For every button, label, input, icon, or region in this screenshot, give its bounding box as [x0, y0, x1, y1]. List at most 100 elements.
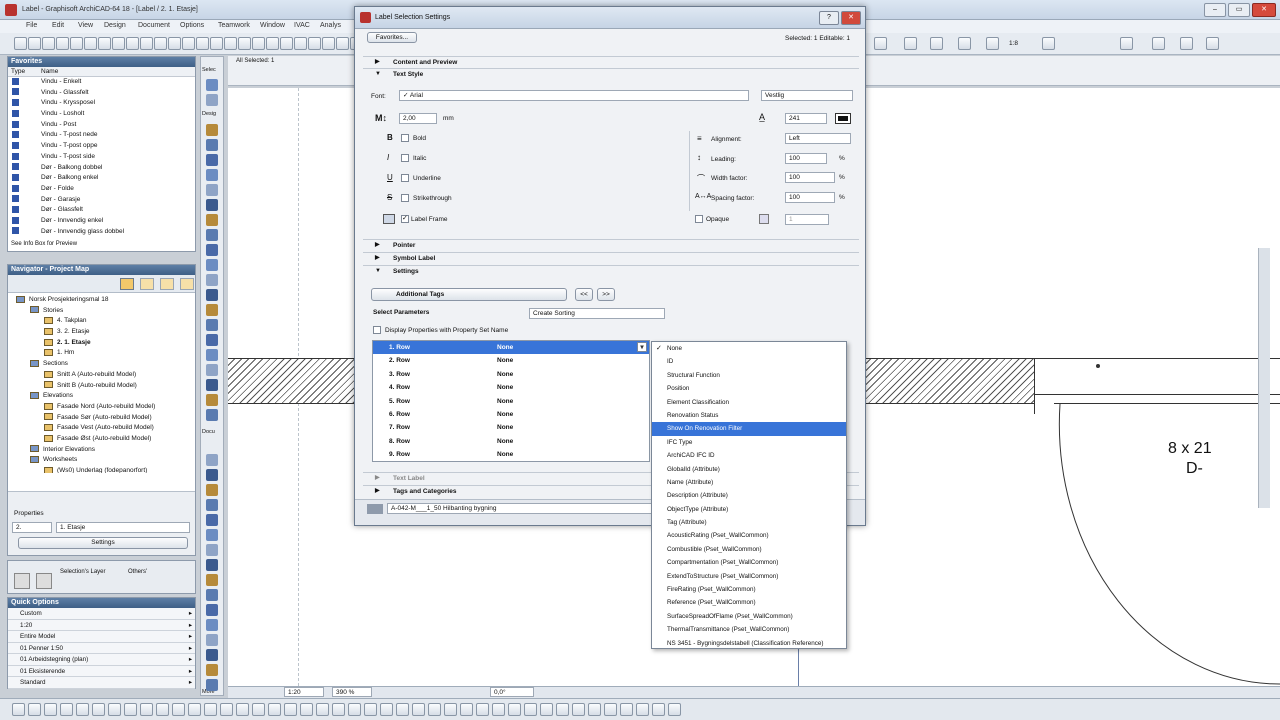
toolbox-tool-icon[interactable]: [206, 544, 218, 556]
parameter-row[interactable]: 7. Row None: [373, 421, 649, 434]
bottom-tool-icon[interactable]: [332, 703, 345, 716]
menu-item-7[interactable]: Window: [260, 22, 285, 29]
toolbar-tool-icon[interactable]: [252, 37, 265, 50]
bottom-tool-icon[interactable]: [348, 703, 361, 716]
vertical-scrollbar[interactable]: [1258, 248, 1270, 508]
layer-lock-icon[interactable]: [14, 573, 30, 589]
menu-item-6[interactable]: Teamwork: [218, 22, 250, 29]
navigator-tree-item[interactable]: Norsk Prosjekteringsmal 18: [8, 295, 195, 306]
dropdown-option[interactable]: IFC Type: [652, 436, 846, 449]
dropdown-option[interactable]: Reference (Pset_WallCommon): [652, 596, 846, 609]
bottom-tool-icon[interactable]: [140, 703, 153, 716]
menu-item-5[interactable]: Options: [180, 22, 204, 29]
bottom-tool-icon[interactable]: [172, 703, 185, 716]
navigator-tree-item[interactable]: Sections: [8, 359, 195, 370]
property-name-field[interactable]: 1. Etasje: [56, 522, 190, 533]
navigator-tree-item[interactable]: 2. 1. Etasje: [8, 338, 195, 349]
dropdown-option[interactable]: Renovation Status: [652, 409, 846, 422]
bottom-tool-icon[interactable]: [668, 703, 681, 716]
dropdown-option[interactable]: ThermalTransmittance (Pset_WallCommon): [652, 623, 846, 636]
favorite-item[interactable]: Vindu - T-post oppe: [12, 141, 195, 152]
toolbox-tool-icon[interactable]: [206, 199, 218, 211]
navigator-tree-item[interactable]: Elevations: [8, 391, 195, 402]
favorite-item[interactable]: Dør - Glassfelt: [12, 205, 195, 216]
bottom-tool-icon[interactable]: [300, 703, 313, 716]
toolbar-tool-icon[interactable]: [154, 37, 167, 50]
text-size-field[interactable]: 2,00: [399, 113, 437, 124]
dropdown-option[interactable]: Structural Function: [652, 369, 846, 382]
toolbar-tool-icon[interactable]: [1206, 37, 1219, 50]
parameter-row[interactable]: 5. Row None: [373, 395, 649, 408]
toolbar-tool-icon[interactable]: [140, 37, 153, 50]
dropdown-option[interactable]: SurfaceSpreadOfFlame (Pset_WallCommon): [652, 610, 846, 623]
toolbar-tool-icon[interactable]: [1180, 37, 1193, 50]
dropdown-option[interactable]: Position: [652, 382, 846, 395]
toolbox-tool-icon[interactable]: [206, 244, 218, 256]
bottom-tool-icon[interactable]: [76, 703, 89, 716]
bottom-tool-icon[interactable]: [28, 703, 41, 716]
toolbar-tool-icon[interactable]: [238, 37, 251, 50]
opaque-pen-field[interactable]: 1: [785, 214, 829, 225]
navigator-tree-item[interactable]: Fasade Øst (Auto-rebuild Model): [8, 434, 195, 445]
bottom-tool-icon[interactable]: [636, 703, 649, 716]
dropdown-option[interactable]: Description (Attribute): [652, 489, 846, 502]
toolbox-tool-icon[interactable]: [206, 559, 218, 571]
toolbox-tool-icon[interactable]: [206, 379, 218, 391]
close-app-button[interactable]: ✕: [1252, 3, 1276, 17]
dropdown-option[interactable]: Name (Attribute): [652, 476, 846, 489]
bottom-tool-icon[interactable]: [492, 703, 505, 716]
label-frame-checkbox[interactable]: ✓: [401, 215, 409, 223]
dropdown-option[interactable]: ObjectType (Attribute): [652, 503, 846, 516]
toolbar-tool-icon[interactable]: [1120, 37, 1133, 50]
favorite-item[interactable]: Dør - Balkong dobbel: [12, 163, 195, 174]
bottom-tool-icon[interactable]: [12, 703, 25, 716]
pen-color-swatch[interactable]: [835, 113, 851, 124]
parameter-row[interactable]: 1. Row None ▾: [373, 341, 649, 355]
maximize-button[interactable]: ▭: [1228, 3, 1250, 17]
dropdown-option[interactable]: Show On Renovation Filter: [652, 422, 846, 436]
menu-item-2[interactable]: View: [78, 22, 93, 29]
favorite-item[interactable]: Vindu - Enkelt: [12, 77, 195, 88]
toolbox-tool-icon[interactable]: [206, 484, 218, 496]
toolbox-tool-icon[interactable]: [206, 94, 218, 106]
toolbar-tool-icon[interactable]: [280, 37, 293, 50]
toolbar-tool-icon[interactable]: [958, 37, 971, 50]
sorting-select[interactable]: Create Sorting: [529, 308, 665, 319]
toolbar-tool-icon[interactable]: [322, 37, 335, 50]
toolbar-tool-icon[interactable]: [336, 37, 349, 50]
publisher-sets-icon[interactable]: [180, 278, 194, 290]
navigator-tree-item[interactable]: Fasade Vest (Auto-rebuild Model): [8, 423, 195, 434]
project-map-icon[interactable]: [120, 278, 134, 290]
bottom-tool-icon[interactable]: [92, 703, 105, 716]
toolbar-tool-icon[interactable]: [126, 37, 139, 50]
bottom-tool-icon[interactable]: [444, 703, 457, 716]
toolbox-tool-icon[interactable]: [206, 499, 218, 511]
toolbar-tool-icon[interactable]: [308, 37, 321, 50]
width-factor-field[interactable]: 100: [785, 172, 835, 183]
toolbox-tool-icon[interactable]: [206, 454, 218, 466]
toolbar-tool-icon[interactable]: [14, 37, 27, 50]
favorite-item[interactable]: Dør - Innvendig enkel: [12, 216, 195, 227]
toolbar-tool-icon[interactable]: [28, 37, 41, 50]
bottom-tool-icon[interactable]: [508, 703, 521, 716]
scale-field[interactable]: 1:20: [284, 687, 324, 697]
menu-item-0[interactable]: File: [26, 22, 37, 29]
row-dropdown-chevron-icon[interactable]: ▾: [637, 342, 647, 352]
view-map-icon[interactable]: [140, 278, 154, 290]
dropdown-option[interactable]: NS 3451 - Bygningsdelstabell (Classifica…: [652, 637, 846, 650]
toolbar-tool-icon[interactable]: [56, 37, 69, 50]
bottom-tool-icon[interactable]: [60, 703, 73, 716]
navigator-tree-item[interactable]: 4. Takplan: [8, 316, 195, 327]
favorite-item[interactable]: Dør - Balkong enkel: [12, 173, 195, 184]
toolbox-tool-icon[interactable]: [206, 664, 218, 676]
bottom-tool-icon[interactable]: [572, 703, 585, 716]
door-id-label[interactable]: D-: [1186, 460, 1203, 478]
toolbar-tool-icon[interactable]: [1042, 37, 1055, 50]
dropdown-option[interactable]: ExtendToStructure (Pset_WallCommon): [652, 570, 846, 583]
dropdown-option[interactable]: ID: [652, 355, 846, 368]
font-select[interactable]: ✓ Arial: [399, 90, 749, 101]
favorite-item[interactable]: Vindu - Losholt: [12, 109, 195, 120]
zoom-field[interactable]: 390 %: [332, 687, 372, 697]
opaque-checkbox[interactable]: [695, 215, 703, 223]
toolbar-tool-icon[interactable]: [196, 37, 209, 50]
